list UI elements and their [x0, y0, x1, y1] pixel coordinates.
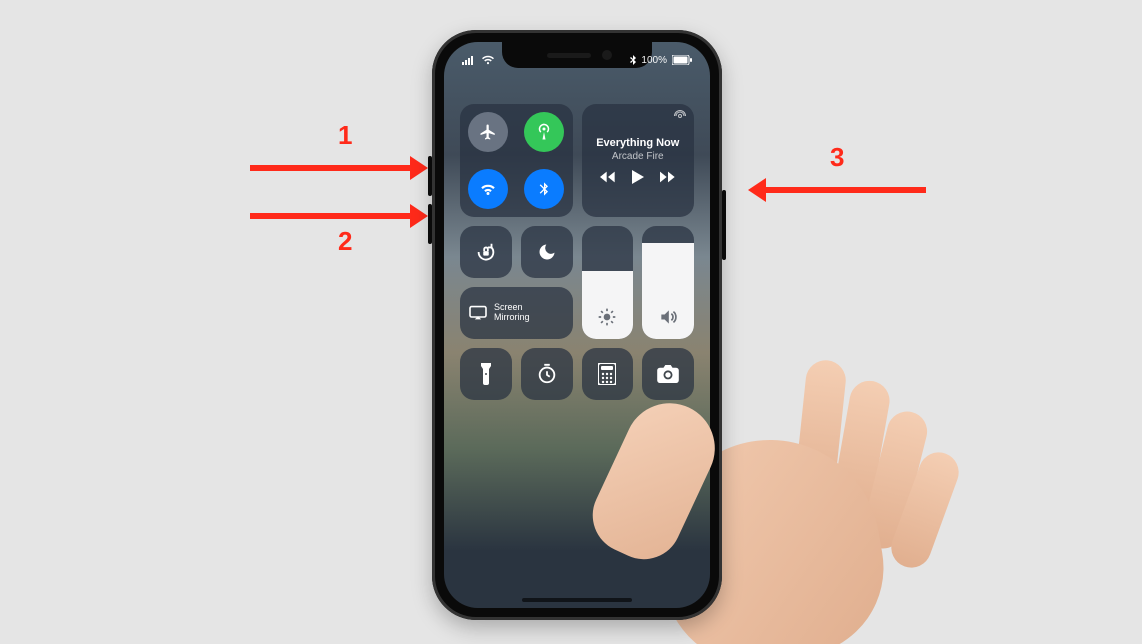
cellular-signal-icon: [462, 55, 476, 65]
airplane-mode-toggle[interactable]: [468, 112, 508, 152]
volume-slider[interactable]: [642, 226, 694, 339]
calculator-button[interactable]: [582, 348, 634, 400]
side-power-button[interactable]: [722, 190, 726, 260]
previous-track-button[interactable]: [600, 171, 616, 183]
annotation-label-1: 1: [338, 120, 352, 151]
now-playing-artist: Arcade Fire: [612, 151, 664, 162]
iphone-device: 100%: [432, 30, 722, 620]
orientation-lock-icon: [475, 241, 497, 263]
flashlight-icon: [479, 363, 493, 385]
home-indicator[interactable]: [522, 598, 632, 602]
airplane-icon: [479, 123, 497, 141]
timer-button[interactable]: [521, 348, 573, 400]
timer-icon: [536, 363, 558, 385]
annotated-screenshot: 1 2 3: [0, 0, 1142, 644]
screen-mirroring-icon: [468, 305, 488, 321]
flashlight-button[interactable]: [460, 348, 512, 400]
bluetooth-status-icon: [630, 55, 636, 65]
status-bar: 100%: [444, 50, 710, 70]
camera-icon: [657, 365, 679, 383]
now-playing-tile[interactable]: Everything Now Arcade Fire: [582, 104, 695, 217]
volume-up-button[interactable]: [428, 156, 432, 196]
camera-button[interactable]: [642, 348, 694, 400]
do-not-disturb-toggle[interactable]: [521, 226, 573, 278]
battery-icon: [672, 55, 692, 65]
bluetooth-icon: [536, 180, 552, 198]
annotation-arrow-3: [748, 178, 926, 202]
now-playing-title: Everything Now: [596, 137, 679, 149]
bluetooth-toggle[interactable]: [524, 169, 564, 209]
annotation-arrow-2: [250, 204, 428, 228]
wifi-icon: [481, 55, 495, 65]
volume-icon: [658, 307, 678, 327]
annotation-label-2: 2: [338, 226, 352, 257]
screen-mirroring-button[interactable]: Screen Mirroring: [460, 287, 573, 339]
next-track-button[interactable]: [660, 171, 676, 183]
moon-icon: [537, 242, 557, 262]
calculator-icon: [598, 363, 616, 385]
orientation-lock-toggle[interactable]: [460, 226, 512, 278]
brightness-slider[interactable]: [582, 226, 634, 339]
control-center: Everything Now Arcade Fire: [460, 104, 694, 400]
cellular-data-toggle[interactable]: [524, 112, 564, 152]
battery-percentage: 100%: [641, 55, 667, 66]
play-button[interactable]: [632, 170, 644, 184]
wifi-toggle[interactable]: [468, 169, 508, 209]
volume-down-button[interactable]: [428, 204, 432, 244]
airplay-audio-icon: [674, 110, 686, 122]
cellular-antenna-icon: [535, 123, 553, 141]
annotation-label-3: 3: [830, 142, 844, 173]
wifi-icon: [479, 180, 497, 198]
annotation-arrow-1: [250, 156, 428, 180]
phone-screen: 100%: [444, 42, 710, 608]
screen-mirroring-label-2: Mirroring: [494, 313, 530, 323]
connectivity-tile[interactable]: [460, 104, 573, 217]
brightness-icon: [597, 307, 617, 327]
